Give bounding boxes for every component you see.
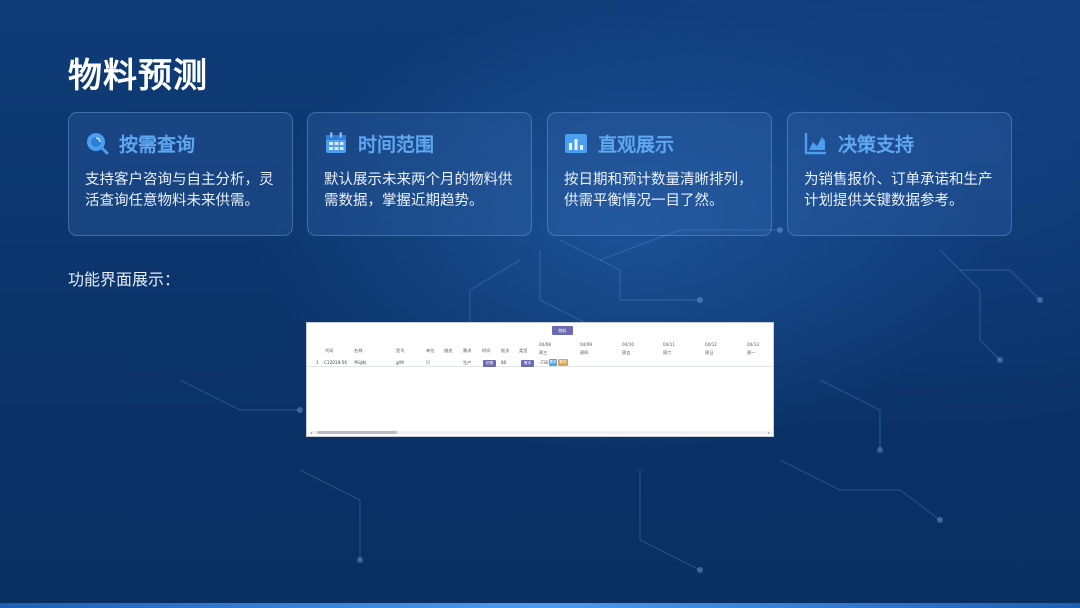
material-button[interactable]: 物料 [552,326,573,335]
date-header: 04/10 [622,342,635,347]
scroll-left-icon[interactable]: ◂ [310,430,312,435]
day-header: 周一 [747,350,756,355]
scrollbar-thumb[interactable] [317,431,397,434]
area-chart-icon [804,133,826,155]
row-value: -730 [539,360,549,365]
interface-screenshot: 物料 代码 名称 型号 单位 描述 需求 时间 批次 类型 04/08 周三 0… [306,322,774,437]
day-header: 周五 [622,350,631,355]
day-header: 周三 [539,350,548,355]
feature-card-query: 按需查询 支持客户咨询与自主分析，灵活查询任意物料未来供需。 [68,112,293,236]
date-header: 04/09 [580,342,593,347]
scroll-right-icon[interactable]: ▸ [768,430,770,435]
card-description: 支持客户咨询与自主分析，灵活查询任意物料未来供需。 [85,172,274,209]
row-model: g/M [396,360,404,365]
date-header: 04/12 [705,342,718,347]
day-header: 周六 [663,350,672,355]
header-name: 名称 [354,348,363,353]
row-qty: 80 [501,360,507,365]
header-desc: 描述 [444,348,453,353]
card-title: 按需查询 [119,133,196,156]
section-subtitle: 功能界面展示： [68,270,181,289]
card-title: 决策支持 [838,133,915,156]
feature-card-time-range: 时间范围 默认展示未来两个月的物料供需数据，掌握近期趋势。 [307,112,532,236]
feature-card-decision: 决策支持 为销售报价、订单承诺和生产计划提供关键数据参考。 [787,112,1012,236]
row-tag[interactable]: 供需 [483,360,496,367]
row-desc: 生产 [463,360,472,365]
header-unit: 单位 [426,348,435,353]
day-header: 周四 [580,350,589,355]
bar-chart-icon [565,134,587,153]
card-description: 为销售报价、订单承诺和生产计划提供关键数据参考。 [804,172,993,209]
header-model: 型号 [396,348,405,353]
row-index: 1 [316,360,319,365]
row-name: 甲动料 [354,360,367,365]
card-title: 时间范围 [358,133,435,156]
card-description: 默认展示未来两个月的物料供需数据，掌握近期趋势。 [324,172,513,209]
header-code: 代码 [325,348,334,353]
row-unit: 只 [426,360,431,365]
search-icon [87,133,109,155]
row-tag[interactable]: 需求 [521,360,534,367]
date-header: 04/08 [539,342,552,347]
header-type: 类型 [519,348,528,353]
header-batch: 批次 [501,348,510,353]
card-description: 按日期和预计数量清晰排列，供需平衡情况一目了然。 [564,172,753,209]
row-tag[interactable]: 需求 [558,359,568,366]
day-header: 周日 [705,350,714,355]
row-code: C12019-56 [324,360,348,365]
calendar-icon [326,132,346,153]
date-header: 04/11 [663,342,676,347]
page-title: 物料预测 [68,56,208,96]
header-demand: 需求 [463,348,472,353]
feature-card-visual: 直观展示 按日期和预计数量清晰排列，供需平衡情况一目了然。 [547,112,772,236]
row-tag[interactable]: 需求 [549,359,557,366]
header-time: 时间 [482,348,491,353]
date-header: 04/13 [747,342,760,347]
card-title: 直观展示 [598,133,675,156]
bottom-accent-bar [0,603,1080,608]
